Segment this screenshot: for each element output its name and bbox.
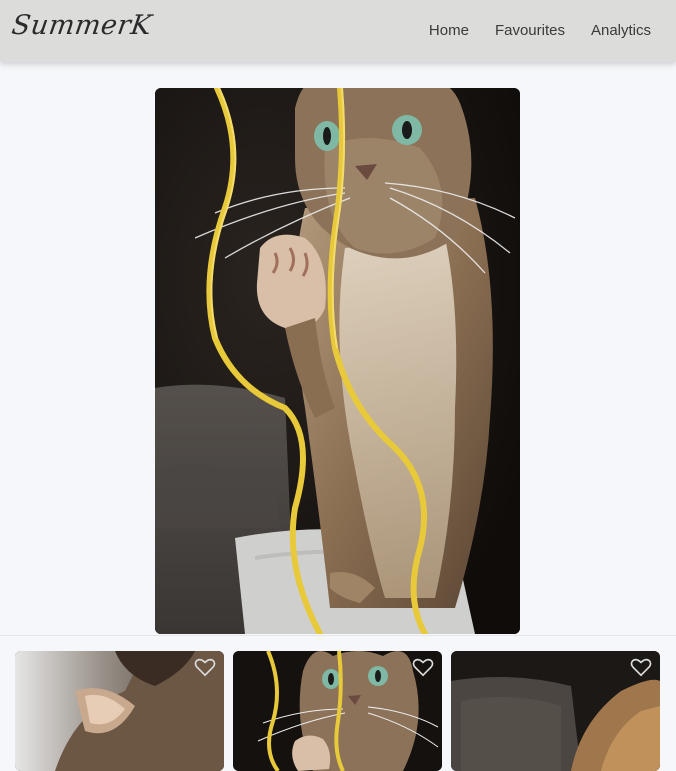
brand-logo[interactable]: SummerK [10, 10, 154, 41]
nav-home-link[interactable]: Home [429, 22, 469, 39]
cat-photo [155, 88, 520, 634]
heart-outline-icon[interactable] [412, 657, 434, 677]
heart-outline-icon[interactable] [630, 657, 652, 677]
thumbnail-2[interactable] [233, 651, 442, 771]
cat-ribbon-thumb-photo [233, 651, 442, 771]
nav-links: Home Favourites Analytics [429, 22, 651, 39]
cat-sofa-photo [451, 651, 660, 771]
section-divider [0, 635, 676, 636]
thumbnail-3[interactable] [451, 651, 660, 771]
heart-outline-icon[interactable] [194, 657, 216, 677]
thumbnail-1[interactable] [15, 651, 224, 771]
navbar: SummerK Home Favourites Analytics [0, 0, 676, 62]
nav-favourites-link[interactable]: Favourites [495, 22, 565, 39]
nav-analytics-link[interactable]: Analytics [591, 22, 651, 39]
cat-ear-photo [15, 651, 224, 771]
hero-image [155, 88, 520, 634]
